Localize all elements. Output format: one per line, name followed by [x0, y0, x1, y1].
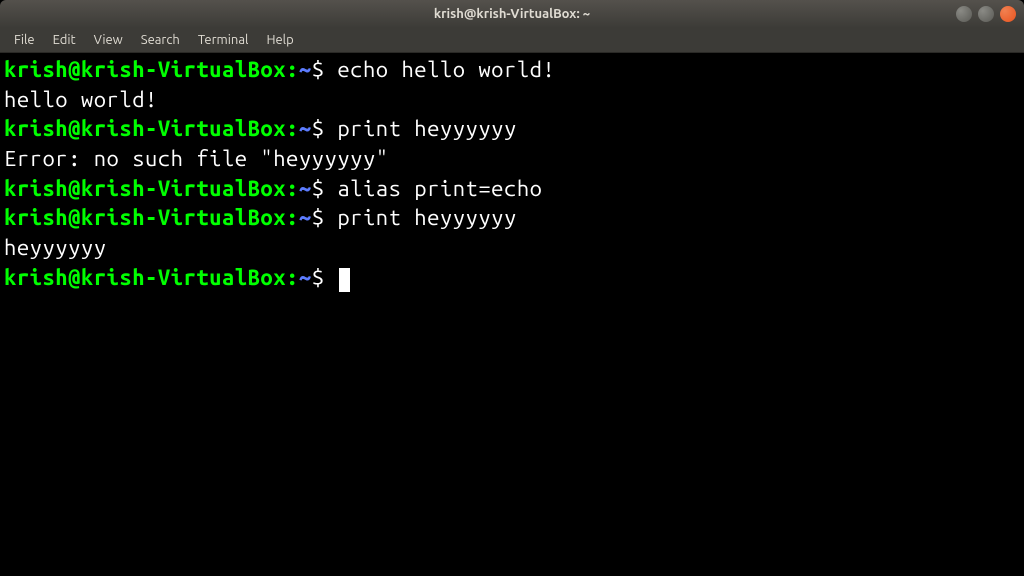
prompt-colon: : [286, 265, 299, 290]
terminal-line: krish@krish-VirtualBox:~$ print heyyyyyy [4, 203, 1020, 233]
output-text: hello world! [4, 87, 158, 112]
terminal-line: Error: no such file "heyyyyyy" [4, 144, 1020, 174]
terminal-line: krish@krish-VirtualBox:~$ echo hello wor… [4, 55, 1020, 85]
menu-view[interactable]: View [86, 30, 131, 50]
terminal-window: krish@krish-VirtualBox: ~ File Edit View… [0, 0, 1024, 576]
prompt-symbol: $ [312, 205, 338, 230]
prompt-symbol: $ [312, 116, 338, 141]
prompt-user-host: krish@krish-VirtualBox [4, 116, 286, 141]
prompt-path: ~ [299, 116, 312, 141]
prompt-colon: : [286, 57, 299, 82]
menu-terminal[interactable]: Terminal [190, 30, 257, 50]
close-icon[interactable] [1000, 6, 1016, 22]
output-text: heyyyyyy [4, 235, 107, 260]
prompt-colon: : [286, 205, 299, 230]
minimize-icon[interactable] [956, 6, 972, 22]
prompt-path: ~ [299, 57, 312, 82]
output-text: Error: no such file "heyyyyyy" [4, 146, 389, 171]
menubar: File Edit View Search Terminal Help [0, 28, 1024, 53]
command-text: alias print=echo [337, 176, 542, 201]
window-controls [956, 6, 1016, 22]
prompt-symbol: $ [312, 176, 338, 201]
prompt-symbol: $ [312, 265, 338, 290]
window-title: krish@krish-VirtualBox: ~ [0, 7, 1024, 21]
maximize-icon[interactable] [978, 6, 994, 22]
terminal-line: krish@krish-VirtualBox:~$ print heyyyyyy [4, 114, 1020, 144]
prompt-user-host: krish@krish-VirtualBox [4, 265, 286, 290]
menu-search[interactable]: Search [133, 30, 188, 50]
terminal-body[interactable]: krish@krish-VirtualBox:~$ echo hello wor… [0, 53, 1024, 576]
prompt-path: ~ [299, 265, 312, 290]
terminal-line: hello world! [4, 85, 1020, 115]
prompt-colon: : [286, 116, 299, 141]
prompt-user-host: krish@krish-VirtualBox [4, 205, 286, 230]
prompt-path: ~ [299, 176, 312, 201]
menu-help[interactable]: Help [258, 30, 301, 50]
terminal-line: heyyyyyy [4, 233, 1020, 263]
command-text: print heyyyyyy [337, 205, 516, 230]
prompt-path: ~ [299, 205, 312, 230]
prompt-symbol: $ [312, 57, 338, 82]
titlebar[interactable]: krish@krish-VirtualBox: ~ [0, 0, 1024, 28]
cursor-icon [339, 268, 350, 292]
menu-file[interactable]: File [6, 30, 43, 50]
menu-edit[interactable]: Edit [45, 30, 84, 50]
prompt-colon: : [286, 176, 299, 201]
prompt-user-host: krish@krish-VirtualBox [4, 57, 286, 82]
prompt-user-host: krish@krish-VirtualBox [4, 176, 286, 201]
command-text: echo hello world! [337, 57, 555, 82]
terminal-line: krish@krish-VirtualBox:~$ alias print=ec… [4, 174, 1020, 204]
terminal-line: krish@krish-VirtualBox:~$ [4, 263, 1020, 293]
command-text: print heyyyyyy [337, 116, 516, 141]
